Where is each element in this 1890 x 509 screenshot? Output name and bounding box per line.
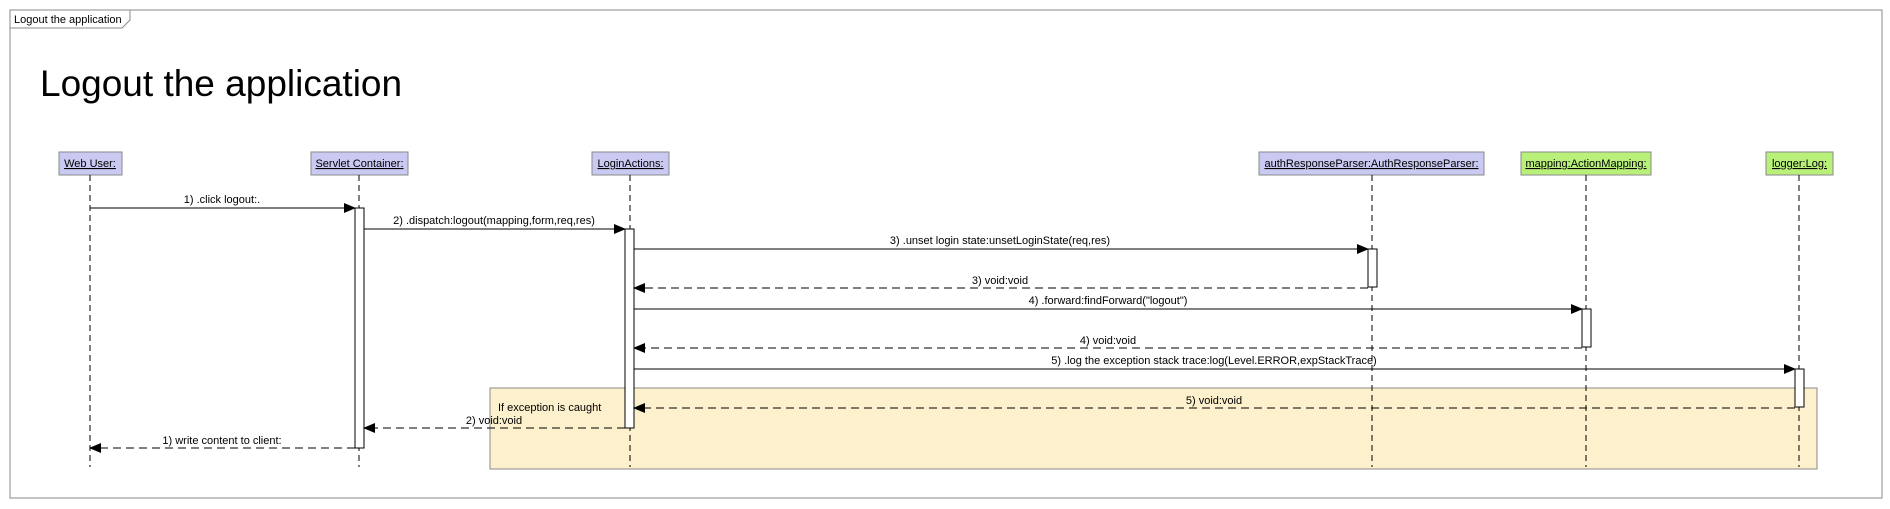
sequence-diagram: Logout the application Logout the applic… <box>9 9 1883 499</box>
message-label-3: 3) .unset login state:unsetLoginState(re… <box>890 235 1110 247</box>
message-2: 2) .dispatch:logout(mapping,form,req,res… <box>364 215 626 234</box>
activation-auth-response-parser <box>1367 248 1378 288</box>
message-label-2: 2) .dispatch:logout(mapping,form,req,res… <box>393 215 595 227</box>
activation-login-actions <box>624 228 635 429</box>
frame-tab-label: Logout the application <box>14 14 122 26</box>
lifeline-label-login-actions: LoginActions: <box>597 158 663 170</box>
lifeline-label-logger: logger:Log: <box>1772 158 1827 170</box>
lifeline-web-user: Web User: <box>58 151 123 176</box>
lifeline-label-mapping: mapping:ActionMapping: <box>1525 158 1646 170</box>
message-label-3-return: 3) void:void <box>972 275 1028 287</box>
message-label-5: 5) .log the exception stack trace:log(Le… <box>1051 355 1376 367</box>
message-label-4: 4) .forward:findForward("logout") <box>1029 295 1188 307</box>
lifeline-login-actions: LoginActions: <box>591 151 670 176</box>
activation-mapping <box>1581 308 1592 348</box>
diagram-title: Logout the application <box>40 63 402 104</box>
message-label-1-return: 1) write content to client: <box>162 435 281 447</box>
exception-note-text: If exception is caught <box>498 402 601 414</box>
lifeline-label-servlet-container: Servlet Container: <box>315 158 403 170</box>
message-label-5-return: 5) void:void <box>1186 395 1242 407</box>
lifeline-auth-response-parser: authResponseParser:AuthResponseParser: <box>1258 151 1485 176</box>
message-label-1: 1) .click logout:. <box>184 194 260 206</box>
lifeline-logger: logger:Log: <box>1765 151 1834 176</box>
message-label-4-return: 4) void:void <box>1080 335 1136 347</box>
lifeline-label-auth-response-parser: authResponseParser:AuthResponseParser: <box>1264 158 1478 170</box>
message-label-2-return: 2) void:void <box>466 415 522 427</box>
activation-logger <box>1794 368 1805 408</box>
lifeline-servlet-container: Servlet Container: <box>310 151 409 176</box>
exception-note <box>489 387 1818 470</box>
lifeline-mapping: mapping:ActionMapping: <box>1520 151 1652 176</box>
activation-servlet-container <box>354 207 365 449</box>
lifeline-label-web-user: Web User: <box>64 158 116 170</box>
